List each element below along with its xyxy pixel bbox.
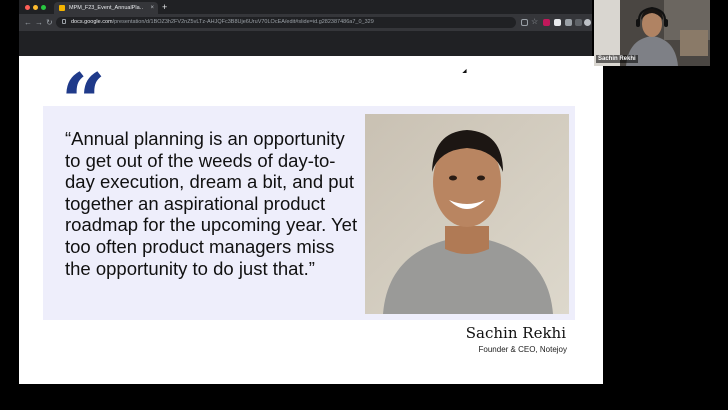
browser-tab[interactable]: MPM_F23_Event_AnnualPla… × — [54, 2, 158, 14]
speaker-name: Sachin Rekhi — [465, 324, 566, 342]
quote-panel: “Annual planning is an opportunity to ge… — [43, 106, 575, 320]
tab-title: MPM_F23_Event_AnnualPla… — [69, 5, 143, 11]
extension-icon[interactable] — [543, 19, 550, 26]
profile-avatar-icon[interactable] — [584, 19, 591, 26]
browser-window: MPM_F23_Event_AnnualPla… × + ← → ↻ docs.… — [19, 0, 592, 56]
tab-search-icon[interactable] — [575, 19, 582, 26]
tab-close-icon[interactable]: × — [150, 3, 154, 13]
minimize-window-icon[interactable] — [33, 5, 38, 10]
lock-icon — [62, 19, 66, 24]
reload-icon[interactable]: ↻ — [46, 17, 53, 28]
maximize-window-icon[interactable] — [41, 5, 46, 10]
url-text: docs.google.com/presentation/d/1BOZ3h2FV… — [71, 19, 374, 25]
tab-bar: MPM_F23_Event_AnnualPla… × + — [19, 0, 592, 14]
new-tab-button[interactable]: + — [162, 2, 167, 12]
speaker-portrait — [365, 114, 569, 314]
back-icon[interactable]: ← — [24, 17, 32, 28]
presentation-slide: “ “Annual planning is an opportunity to … — [19, 56, 603, 384]
share-icon[interactable] — [521, 19, 528, 26]
address-bar[interactable]: docs.google.com/presentation/d/1BOZ3h2FV… — [56, 17, 516, 28]
participant-name: Sachin Rekhi — [596, 55, 638, 63]
bookmark-star-icon[interactable]: ☆ — [531, 18, 538, 26]
extensions-puzzle-icon[interactable] — [565, 19, 572, 26]
webcam-video-tile[interactable]: Sachin Rekhi — [594, 0, 710, 66]
close-window-icon[interactable] — [25, 5, 30, 10]
slides-favicon-icon — [59, 5, 65, 11]
quote-text: “Annual planning is an opportunity to ge… — [65, 128, 358, 279]
browser-toolbar: ← → ↻ docs.google.com/presentation/d/1BO… — [19, 14, 592, 31]
extension-icon[interactable] — [554, 19, 561, 26]
speaker-title: Founder & CEO, Notejoy — [478, 345, 567, 354]
forward-icon[interactable]: → — [35, 17, 43, 28]
